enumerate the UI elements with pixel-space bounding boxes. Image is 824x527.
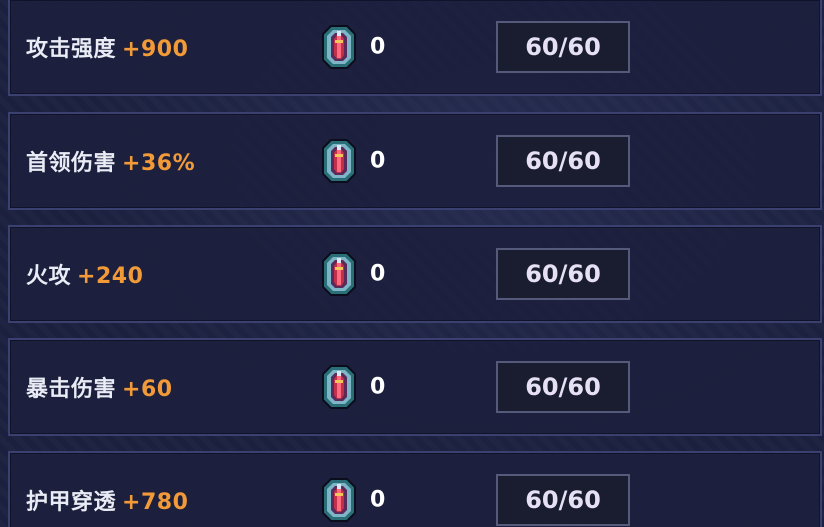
stat-bonus: +780 — [122, 490, 189, 515]
upgrade-list: 攻击强度 +900 0 60/60 首领伤害 +36% 0 60/60 火攻 +… — [0, 0, 824, 527]
stat-label: 护甲穿透 +780 — [26, 484, 188, 516]
stat-bonus: +60 — [122, 377, 173, 402]
level-counter: 60/60 — [496, 474, 630, 526]
crystal-gem-icon — [322, 478, 356, 522]
crystal-gem-icon — [322, 365, 356, 409]
stat-name: 护甲穿透 — [26, 490, 117, 515]
gem-count: 0 — [370, 261, 386, 287]
stat-name: 攻击强度 — [26, 37, 117, 62]
upgrade-row-boss-damage[interactable]: 首领伤害 +36% 0 60/60 — [8, 112, 822, 210]
crystal-gem-icon — [322, 25, 356, 69]
level-counter: 60/60 — [496, 21, 630, 73]
gem-count: 0 — [370, 487, 386, 513]
stat-label: 暴击伤害 +60 — [26, 371, 173, 403]
stat-bonus: +36% — [122, 151, 196, 176]
stat-name: 暴击伤害 — [26, 377, 117, 402]
crystal-gem-icon — [322, 252, 356, 296]
upgrade-row-armor-penetration[interactable]: 护甲穿透 +780 0 60/60 — [8, 451, 822, 527]
upgrade-row-fire-attack[interactable]: 火攻 +240 0 60/60 — [8, 225, 822, 323]
upgrade-row-attack-power[interactable]: 攻击强度 +900 0 60/60 — [8, 0, 822, 96]
level-counter: 60/60 — [496, 361, 630, 413]
stat-label: 火攻 +240 — [26, 258, 143, 290]
stat-label: 攻击强度 +900 — [26, 31, 188, 63]
level-counter: 60/60 — [496, 135, 630, 187]
gem-count: 0 — [370, 148, 386, 174]
stat-name: 首领伤害 — [26, 151, 117, 176]
stat-bonus: +900 — [122, 37, 189, 62]
gem-count: 0 — [370, 374, 386, 400]
level-counter: 60/60 — [496, 248, 630, 300]
stat-bonus: +240 — [77, 264, 144, 289]
gem-count: 0 — [370, 34, 386, 60]
crystal-gem-icon — [322, 139, 356, 183]
upgrade-row-crit-damage[interactable]: 暴击伤害 +60 0 60/60 — [8, 338, 822, 436]
stat-label: 首领伤害 +36% — [26, 145, 195, 177]
stat-name: 火攻 — [26, 264, 72, 289]
